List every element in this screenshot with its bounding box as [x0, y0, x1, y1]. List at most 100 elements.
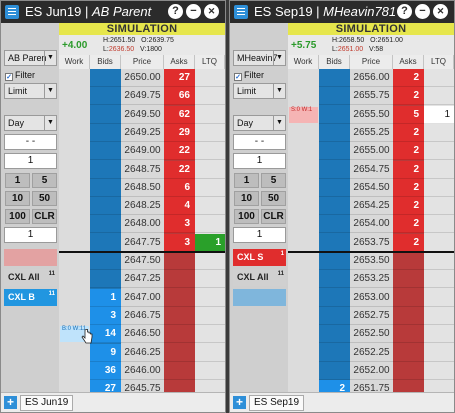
cancel-button[interactable]: CXL All 11 — [4, 269, 57, 286]
working-order-marker[interactable]: S:0 W:1 — [289, 106, 318, 123]
asks-cell[interactable]: 22 — [164, 160, 195, 179]
asks-cell[interactable]: 2 — [393, 178, 424, 197]
price-cell[interactable]: 2653.00 — [350, 289, 393, 307]
price-cell[interactable]: 2655.00 — [350, 142, 393, 161]
bids-cell[interactable] — [319, 270, 350, 289]
ltq-cell[interactable] — [195, 142, 225, 161]
ltq-cell[interactable] — [424, 161, 454, 179]
quick-qty-button[interactable]: 5 — [261, 173, 286, 188]
ltq-column[interactable]: 1 — [424, 69, 454, 399]
asks-cell[interactable] — [164, 270, 195, 289]
add-tab-icon[interactable]: + — [233, 396, 246, 409]
asks-cell[interactable]: 66 — [164, 87, 195, 106]
price-ladder[interactable]: B:0 W:11131493627292650.002649.752649.50… — [59, 69, 225, 412]
ltq-cell[interactable] — [195, 270, 225, 289]
ltq-cell[interactable] — [195, 344, 225, 362]
ltq-cell[interactable] — [195, 362, 225, 380]
asks-cell[interactable] — [164, 252, 195, 270]
cancel-button[interactable] — [233, 289, 286, 306]
ltq-cell[interactable]: 1 — [424, 105, 454, 124]
quick-qty-button[interactable]: 10 — [5, 191, 30, 206]
asks-cell[interactable]: 3 — [164, 215, 195, 234]
price-cell[interactable]: 2647.00 — [121, 289, 164, 307]
asks-cell[interactable]: 2 — [393, 233, 424, 252]
price-cell[interactable]: 2653.50 — [350, 252, 393, 270]
add-tab-icon[interactable]: + — [4, 396, 17, 409]
bids-cell[interactable] — [90, 215, 121, 234]
account-select[interactable]: AB Paren ▼ — [4, 50, 57, 66]
ltq-cell[interactable] — [195, 179, 225, 197]
asks-cell[interactable]: 2 — [393, 215, 424, 234]
bids-cell[interactable] — [319, 69, 350, 87]
title-bar[interactable]: ES Jun19 | AB Parent? − ✕ — [1, 1, 225, 23]
asks-cell[interactable]: 5 — [393, 105, 424, 124]
column-header-work[interactable]: Work — [59, 55, 90, 69]
column-header-work[interactable]: Work — [288, 55, 319, 69]
price-cell[interactable]: 2648.50 — [121, 179, 164, 197]
bids-cell[interactable]: 3 — [90, 306, 121, 325]
close-icon[interactable]: ✕ — [204, 4, 219, 19]
bids-cell[interactable] — [90, 142, 121, 161]
asks-cell[interactable]: 27 — [164, 69, 195, 87]
bids-cell[interactable] — [319, 142, 350, 161]
order-type-select[interactable]: Limit ▼ — [233, 83, 286, 99]
quick-qty-button[interactable]: 100 — [5, 209, 30, 224]
quantity-field[interactable]: 1 — [4, 153, 57, 169]
asks-cell[interactable]: 2 — [393, 87, 424, 106]
help-icon[interactable]: ? — [168, 4, 183, 19]
bids-cell[interactable] — [319, 124, 350, 142]
price-cell[interactable]: 2655.50 — [350, 106, 393, 124]
order-type-select[interactable]: Limit ▼ — [4, 83, 57, 99]
asks-cell[interactable]: 2 — [393, 160, 424, 179]
ltq-cell[interactable] — [195, 307, 225, 325]
ltq-cell[interactable] — [195, 215, 225, 234]
price-cell[interactable]: 2653.75 — [350, 234, 393, 252]
ltq-cell[interactable] — [424, 344, 454, 362]
price-cell[interactable]: 2646.00 — [121, 362, 164, 380]
ltq-cell[interactable] — [424, 197, 454, 216]
asks-column[interactable]: 27 66 62 29 22 22 6 4 3 3 — [164, 69, 195, 399]
asks-cell[interactable] — [164, 362, 195, 380]
bids-cell[interactable]: 1 — [90, 288, 121, 307]
bids-cell[interactable] — [319, 179, 350, 197]
bids-cell[interactable] — [90, 197, 121, 216]
asks-cell[interactable] — [393, 270, 424, 289]
price-cell[interactable]: 2652.50 — [350, 325, 393, 344]
tif-select[interactable]: Day ▼ — [4, 115, 57, 131]
asks-cell[interactable]: 62 — [164, 105, 195, 124]
asks-cell[interactable]: 4 — [164, 197, 195, 216]
ltq-cell[interactable] — [424, 69, 454, 87]
column-header-asks[interactable]: Asks — [393, 55, 424, 69]
price-cell[interactable]: 2654.75 — [350, 161, 393, 179]
ltq-cell[interactable] — [424, 215, 454, 234]
quick-qty-button[interactable]: 5 — [32, 173, 57, 188]
ltq-cell[interactable] — [424, 362, 454, 380]
price-ladder[interactable]: S:0 W:1222656.002655.752655.502655.25265… — [288, 69, 454, 412]
asks-cell[interactable] — [164, 325, 195, 344]
asks-cell[interactable]: 6 — [164, 178, 195, 197]
bids-cell[interactable] — [319, 362, 350, 380]
bids-column[interactable]: 13149362729 — [90, 69, 121, 412]
ltq-cell[interactable] — [424, 289, 454, 307]
ltq-cell[interactable] — [195, 197, 225, 216]
price-cell[interactable]: 2646.25 — [121, 344, 164, 362]
asks-cell[interactable]: 2 — [393, 69, 424, 87]
bids-cell[interactable] — [319, 87, 350, 106]
price-column[interactable]: 2650.00 2649.75 2649.50 2649.25 2649.00 2648.… — [121, 69, 164, 412]
column-header-price[interactable]: Price — [350, 55, 393, 69]
price-field[interactable]: - - — [4, 134, 57, 150]
price-cell[interactable]: 2649.25 — [121, 124, 164, 142]
bids-cell[interactable] — [90, 234, 121, 252]
title-bar[interactable]: ES Sep19 | MHeavin781? − ✕ — [230, 1, 454, 23]
bids-cell[interactable] — [90, 106, 121, 124]
minimize-icon[interactable]: − — [415, 4, 430, 19]
price-cell[interactable]: 2647.75 — [121, 234, 164, 252]
price-cell[interactable]: 2649.75 — [121, 87, 164, 106]
instrument-tab[interactable]: ES Sep19 — [249, 395, 305, 411]
tif-select[interactable]: Day ▼ — [233, 115, 286, 131]
ltq-cell[interactable] — [424, 234, 454, 252]
price-cell[interactable]: 2654.25 — [350, 197, 393, 216]
work-column[interactable]: S:0 W:1 — [288, 69, 319, 392]
price-cell[interactable]: 2655.25 — [350, 124, 393, 142]
price-cell[interactable]: 2646.75 — [121, 307, 164, 325]
